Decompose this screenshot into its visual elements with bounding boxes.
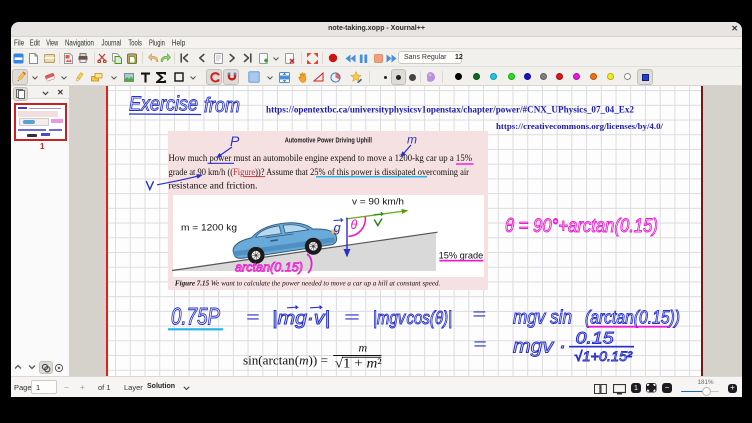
svg-text:Exercise: Exercise [129,94,198,116]
svg-text:How much power must an automob: How much power must an automobile engine… [169,153,473,164]
svg-text:m: m [407,133,417,147]
svg-text:Tools: Tools [128,39,142,48]
svg-text:mgv sin: mgv sin [513,308,572,329]
svg-text:g: g [334,220,342,235]
svg-text:Plugin: Plugin [149,39,165,48]
svg-text:v = 90 km/h: v = 90 km/h [352,197,404,208]
svg-text:m = 1200 kg: m = 1200 kg [181,223,237,234]
svg-text:Edit: Edit [30,39,41,48]
svg-text:0.15: 0.15 [576,329,615,347]
svg-text:=: = [344,309,360,326]
svg-text:θ = 90°+arctan(0.15): θ = 90°+arctan(0.15) [505,215,658,237]
svg-text:Journal: Journal [102,39,122,48]
svg-text:sin(arctan(m)) =: sin(arctan(m)) = [243,353,328,368]
svg-text:from: from [204,95,240,117]
svg-text:Automotive Power Driving Uphil: Automotive Power Driving Uphill [285,137,372,144]
svg-text:https://creativecommons.org/li: https://creativecommons.org/licenses/by/… [496,121,664,131]
svg-text:File: File [14,39,24,48]
svg-text:|mg·v|: |mg·v| [272,307,330,328]
svg-text:15% grade: 15% grade [439,250,484,261]
svg-text:mgv ·: mgv · [513,337,566,358]
svg-text:0.75P: 0.75P [171,304,220,331]
svg-text:√1+0.15²: √1+0.15² [575,348,634,364]
svg-text:View: View [46,39,58,48]
svg-text:θ: θ [351,218,358,232]
svg-text:|mgv cos(θ)|: |mgv cos(θ)| [373,308,452,328]
svg-text:Help: Help [172,39,186,48]
svg-text:=: = [246,309,260,326]
svg-text:Figure 7.15 We want to calcula: Figure 7.15 We want to calculate the pow… [175,278,440,287]
svg-text:(arctan(0.15)): (arctan(0.15)) [585,308,680,328]
svg-text:P: P [230,133,240,149]
svg-text:arctan(0.15): arctan(0.15) [235,260,303,275]
svg-text:Navigation: Navigation [65,39,94,48]
svg-text:m: m [359,340,368,354]
svg-text:=: = [472,306,486,323]
svg-text:https://opentextbc.ca/universi: https://opentextbc.ca/universityphysicsv… [266,104,634,114]
svg-text:resistance and friction.: resistance and friction. [169,181,258,192]
svg-text:=: = [473,336,487,353]
